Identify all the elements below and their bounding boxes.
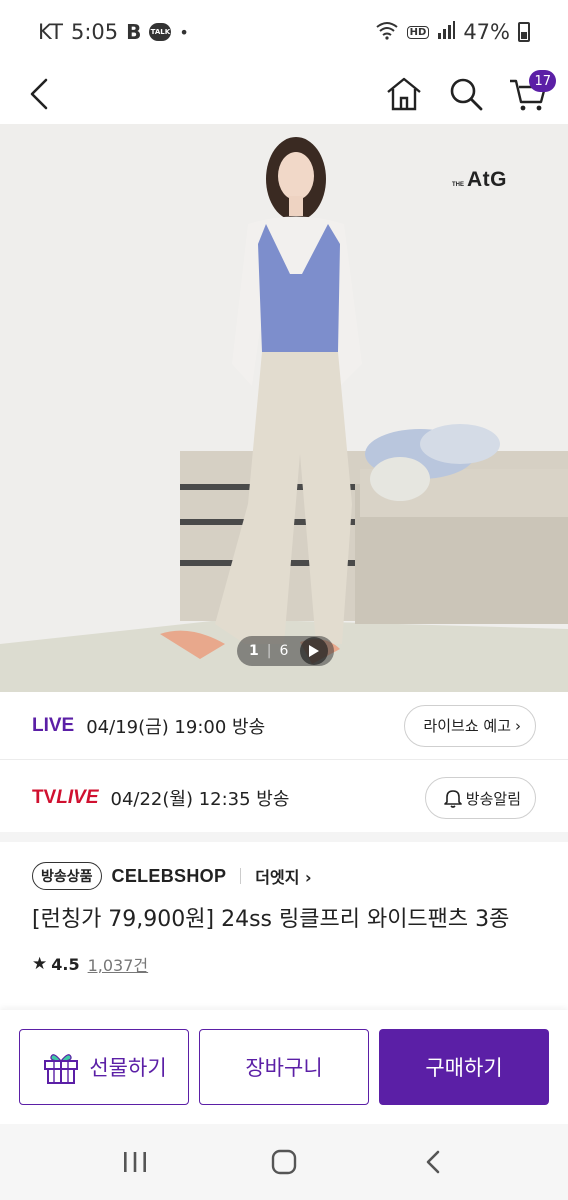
brand-logo-name: AtG: [467, 168, 507, 191]
status-left: KT 5:05 B TALK •: [38, 20, 189, 44]
status-bar: KT 5:05 B TALK • HD 47%: [0, 0, 568, 64]
notification-dot-icon: •: [179, 22, 189, 42]
section-divider: [0, 832, 568, 842]
live-show-row: LIVE 04/19(금) 19:00 방송 라이브쇼 예고 ›: [0, 692, 568, 760]
home-button-icon: [271, 1149, 297, 1175]
chevron-right-icon: ›: [515, 716, 521, 735]
gift-icon: [44, 1054, 79, 1084]
rating-row: ★ 4.5 1,037건: [32, 952, 536, 976]
product-photo: [0, 124, 568, 692]
cart-button[interactable]: 17: [506, 70, 556, 116]
home-button[interactable]: [382, 72, 426, 116]
broadcast-product-badge: 방송상품: [32, 862, 102, 890]
image-counter-separator: |: [266, 643, 272, 659]
add-to-cart-label: 장바구니: [245, 1056, 323, 1080]
home-icon: [387, 77, 421, 111]
shop-name[interactable]: CELEBSHOP: [112, 866, 227, 887]
b-icon: B: [126, 20, 142, 44]
clock: 5:05: [70, 20, 119, 44]
buy-button[interactable]: 구매하기: [379, 1029, 549, 1105]
gift-label: 선물하기: [89, 1056, 167, 1080]
search-icon: [450, 78, 483, 111]
back-button[interactable]: [18, 72, 62, 116]
brand-logo: THE AtG: [452, 168, 507, 192]
recent-apps-icon: [123, 1152, 146, 1172]
kakaotalk-icon: TALK: [149, 23, 172, 41]
status-right: HD 47%: [375, 20, 530, 45]
system-nav-bar: [0, 1124, 568, 1200]
image-current-index: 1: [249, 643, 259, 659]
brand-logo-prefix: THE: [452, 182, 464, 188]
broadcast-alert-button[interactable]: 방송알림: [424, 777, 536, 819]
broadcast-alert-label: 방송알림: [465, 789, 521, 808]
search-button[interactable]: [444, 72, 488, 116]
cart-count-badge: 17: [529, 70, 556, 92]
back-arrow-icon: [30, 78, 48, 110]
recent-apps-button[interactable]: [105, 1132, 165, 1192]
live-schedule: 04/19(금) 19:00 방송: [86, 716, 266, 738]
live-preview-button[interactable]: 라이브쇼 예고 ›: [404, 704, 536, 747]
signal-icon: [437, 20, 456, 44]
nav-right: 17: [382, 70, 556, 116]
wifi-icon: [375, 20, 399, 45]
play-icon: [309, 645, 320, 657]
product-info: 방송상품 CELEBSHOP 더엣지 › [런칭가 79,900원] 24ss …: [0, 842, 568, 976]
bell-icon: [443, 790, 462, 808]
add-to-cart-button[interactable]: 장바구니: [199, 1029, 369, 1105]
back-icon: [427, 1150, 440, 1174]
product-title: [런칭가 79,900원] 24ss 링클프리 와이드팬츠 3종: [32, 907, 510, 932]
battery-percent: 47%: [463, 20, 510, 44]
play-button[interactable]: [300, 637, 329, 665]
image-counter: 1 | 6: [237, 636, 335, 666]
tvlive-tag-tv: TV: [32, 787, 57, 808]
tvlive-tag: TVLIVE: [32, 787, 99, 809]
brand-link[interactable]: 더엣지 ›: [255, 864, 311, 888]
rating-score: 4.5: [51, 954, 80, 974]
battery-icon: [518, 22, 530, 42]
tvlive-row: TVLIVE 04/22(월) 12:35 방송 방송알림: [0, 764, 568, 832]
buy-label: 구매하기: [425, 1056, 503, 1080]
product-image-carousel[interactable]: THE AtG 1 | 6: [0, 124, 568, 692]
live-tag: LIVE: [32, 714, 75, 736]
brand-divider: [240, 868, 242, 884]
image-total: 6: [279, 643, 289, 659]
carrier-label: KT: [38, 20, 63, 44]
tvlive-tag-live: LIVE: [56, 787, 99, 808]
live-preview-label: 라이브쇼 예고: [423, 717, 511, 735]
bottom-action-bar: 선물하기 장바구니 구매하기: [0, 1010, 568, 1124]
brand-row: 방송상품 CELEBSHOP 더엣지 ›: [32, 862, 536, 890]
gift-button[interactable]: 선물하기: [19, 1029, 189, 1105]
system-back-button[interactable]: [403, 1132, 463, 1192]
top-nav: 17: [0, 64, 568, 124]
review-count-link[interactable]: 1,037건: [88, 952, 149, 976]
hd-icon: HD: [406, 25, 430, 39]
home-system-button[interactable]: [254, 1132, 314, 1192]
tvlive-schedule: 04/22(월) 12:35 방송: [110, 789, 290, 810]
star-icon: ★: [32, 954, 48, 974]
